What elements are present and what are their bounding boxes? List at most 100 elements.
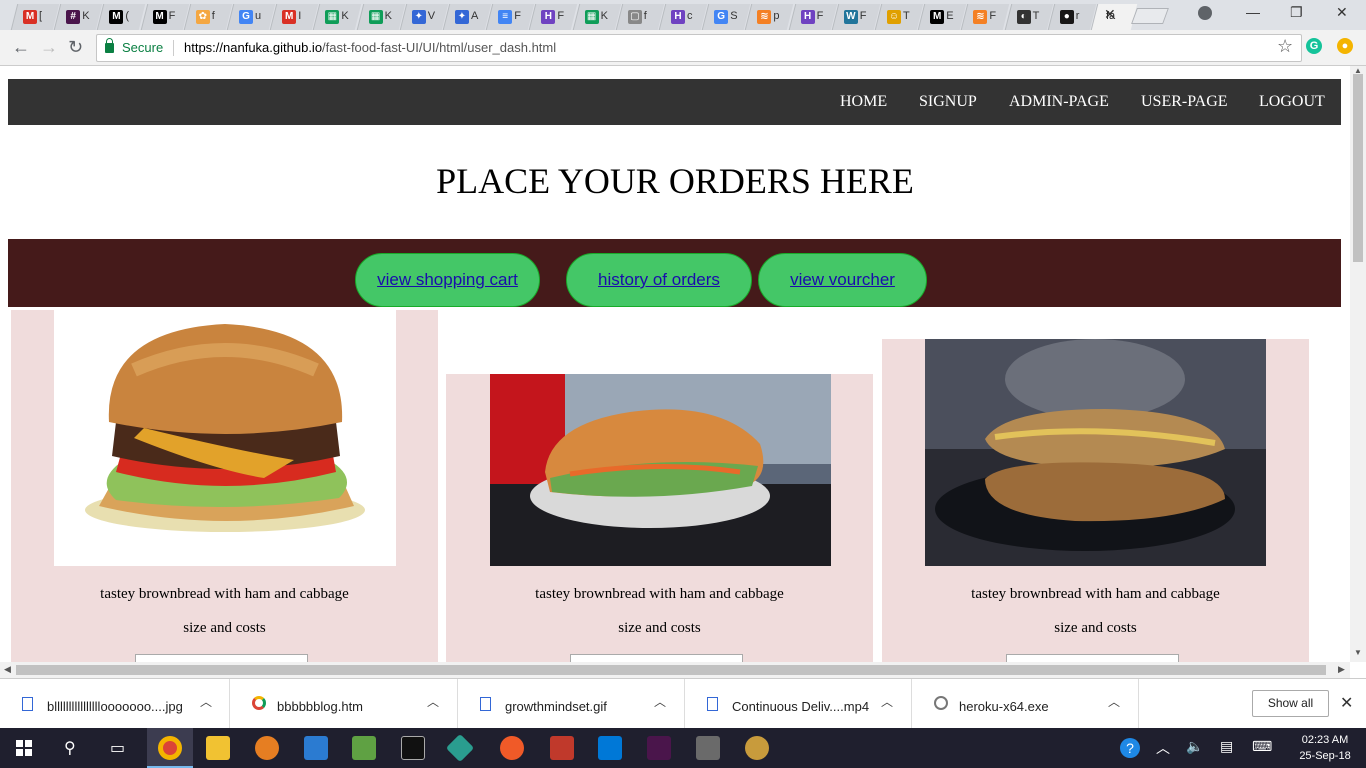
file-explorer-icon[interactable] [206, 736, 230, 760]
view-voucher-button[interactable]: view vourcher [758, 253, 927, 307]
browser-tab[interactable]: ✦ A [442, 4, 492, 30]
chevron-up-tray-icon[interactable]: ︿ [1156, 738, 1170, 758]
chevron-up-icon[interactable]: ︿ [1108, 693, 1120, 710]
terminal-icon[interactable] [401, 736, 425, 760]
download-item[interactable]: bbbbbblog.htm ︿ [230, 679, 458, 729]
download-item[interactable]: heroku-x64.exe ︿ [912, 679, 1139, 729]
reload-icon[interactable]: ↻ [68, 37, 83, 58]
browser-tab[interactable]: GS [701, 4, 751, 30]
tab-favicon-icon: M [152, 10, 167, 24]
vscode-icon[interactable] [304, 736, 328, 760]
show-all-downloads-button[interactable]: Show all [1252, 690, 1329, 717]
size-select[interactable] [1006, 654, 1179, 662]
browser-tab[interactable]: M( [97, 4, 146, 30]
downloads-shelf: bllllllllllllllllooooooo....jpg ︿ bbbbbb… [0, 678, 1366, 729]
bookmark-star-icon[interactable]: ☆ [1277, 36, 1293, 57]
windows-start-icon[interactable] [16, 740, 32, 756]
keyboard-icon[interactable]: ⌨ [1252, 738, 1272, 755]
size-select[interactable] [570, 654, 743, 662]
tab-favicon-icon: ≡ [498, 10, 513, 24]
nav-home[interactable]: HOME [840, 93, 887, 111]
browser-tab[interactable]: HF [529, 4, 578, 30]
grammarly-extension-icon[interactable]: G [1306, 38, 1322, 54]
download-item[interactable]: growthmindset.gif ︿ [458, 679, 685, 729]
browser-tab[interactable]: MI [269, 4, 319, 30]
horizontal-scroll-thumb[interactable] [16, 665, 1326, 675]
window-close-icon[interactable]: ✕ [1336, 4, 1348, 21]
help-icon[interactable]: ? [1120, 738, 1140, 758]
close-tab-icon[interactable]: ✕ [1104, 6, 1116, 23]
xampp-icon[interactable] [255, 736, 279, 760]
browser-tab[interactable]: ☺ T [874, 4, 924, 30]
download-item[interactable]: bllllllllllllllllooooooo....jpg ︿ [0, 679, 230, 729]
close-shelf-icon[interactable]: ✕ [1340, 693, 1353, 713]
photos-icon[interactable] [696, 736, 720, 760]
nav-user-page[interactable]: USER-PAGE [1141, 93, 1228, 111]
chrome-icon[interactable] [158, 736, 182, 760]
tab-title: c [687, 10, 693, 22]
tab-favicon-icon: ✦ [455, 10, 469, 24]
tab-favicon-icon: H [541, 10, 556, 24]
nav-signup[interactable]: SIGNUP [919, 93, 977, 111]
browser-tab[interactable]: M[ [10, 4, 60, 30]
task-view-icon[interactable]: ▭ [110, 738, 125, 758]
horizontal-scrollbar[interactable]: ◀ ▶ [0, 662, 1350, 678]
chevron-up-icon[interactable]: ︿ [881, 693, 893, 710]
browser-tab[interactable]: # K [53, 4, 103, 30]
browser-tab[interactable]: ▢ f [615, 4, 665, 30]
nav-admin-page[interactable]: ADMIN-PAGE [1009, 93, 1109, 111]
slack-icon[interactable] [647, 736, 671, 760]
download-item[interactable]: Continuous Deliv....mp4 ︿ [685, 679, 912, 729]
git-icon[interactable] [445, 733, 475, 763]
browser-tab[interactable]: ME [917, 4, 967, 30]
browser-tab[interactable]: ◐ T [1004, 4, 1053, 30]
browser-tab[interactable]: ● r [1047, 4, 1097, 30]
notepad-icon[interactable] [352, 736, 376, 760]
size-select[interactable] [135, 654, 308, 662]
scroll-right-icon[interactable]: ▶ [1338, 664, 1345, 675]
minimize-icon[interactable]: — [1246, 4, 1260, 20]
clock[interactable]: 02:23 AM 25-Sep-18 [1290, 732, 1360, 764]
browser-tab[interactable]: ▦ K [313, 4, 362, 30]
browser-tab[interactable]: ✿ f [183, 4, 233, 30]
search-icon[interactable]: ⚲ [64, 738, 76, 758]
browser-tab[interactable]: ✦ V [399, 4, 449, 30]
presentation-icon[interactable] [550, 736, 574, 760]
maximize-icon[interactable]: ❐ [1290, 4, 1303, 21]
tab-favicon-icon: # [66, 10, 81, 24]
forward-arrow-icon[interactable]: → [40, 37, 58, 58]
browser-tab[interactable]: Hc [658, 4, 708, 30]
browser-tab[interactable]: ▦ K [572, 4, 621, 30]
browser-tab[interactable]: ▦ K [356, 4, 405, 30]
volume-icon[interactable]: 🔈 [1186, 738, 1203, 755]
notification-icon[interactable]: ▤ [1220, 738, 1233, 755]
chevron-up-icon[interactable]: ︿ [427, 693, 439, 710]
profile-icon[interactable] [1198, 6, 1212, 20]
chevron-up-icon[interactable]: ︿ [654, 693, 666, 710]
browser-tab[interactable]: Gu [226, 4, 276, 30]
history-of-orders-button[interactable]: history of orders [566, 253, 752, 307]
secure-label: Secure [122, 40, 164, 55]
vertical-scroll-thumb[interactable] [1353, 74, 1363, 262]
browser-tab[interactable]: MF [140, 4, 189, 30]
new-tab-button[interactable] [1131, 8, 1169, 24]
paint-icon[interactable] [745, 736, 769, 760]
nav-logout[interactable]: LOGOUT [1259, 93, 1325, 111]
browser-tab[interactable]: HF [788, 4, 837, 30]
settings-gear-icon[interactable] [598, 736, 622, 760]
address-bar[interactable]: Secure https://nanfuka.github.io/fast-fo… [96, 34, 1302, 62]
browser-tab[interactable]: WF [831, 4, 881, 30]
postman-icon[interactable] [500, 736, 524, 760]
back-arrow-icon[interactable]: ← [12, 37, 30, 58]
browser-tab[interactable]: ≡ F [485, 4, 535, 30]
browser-toolbar: ← → ↻ Secure https://nanfuka.github.io/f… [0, 30, 1366, 66]
browser-tab[interactable]: ≋ p [745, 4, 794, 30]
view-shopping-cart-button[interactable]: view shopping cart [355, 253, 540, 307]
extension-icon[interactable]: ● [1337, 38, 1353, 54]
scroll-left-icon[interactable]: ◀ [4, 664, 11, 675]
chevron-up-icon[interactable]: ︿ [200, 693, 212, 710]
url-text[interactable]: https://nanfuka.github.io/fast-food-fast… [184, 40, 556, 55]
browser-tab[interactable]: ≋ F [961, 4, 1010, 30]
vertical-scrollbar[interactable]: ▲ ▼ [1350, 66, 1366, 662]
scroll-down-icon[interactable]: ▼ [1354, 648, 1362, 657]
